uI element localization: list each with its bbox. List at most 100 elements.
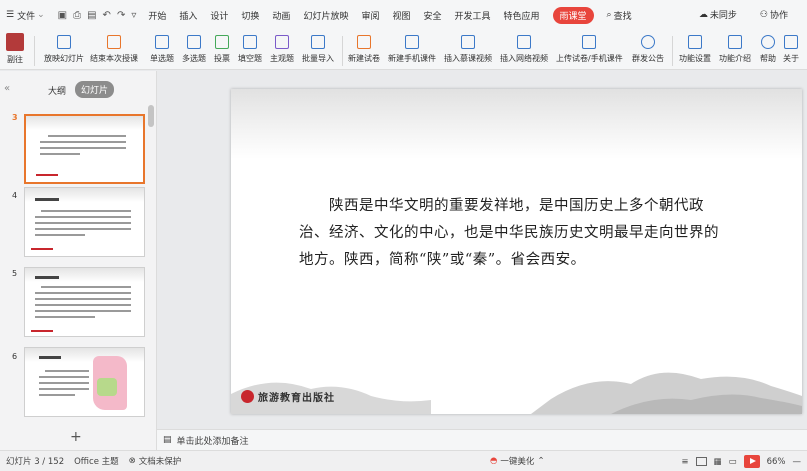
thumb-heading bbox=[35, 198, 59, 201]
thumb-logo bbox=[31, 248, 53, 250]
batch-import-button[interactable]: 批量导入 bbox=[302, 32, 334, 64]
insert-mooc-video-button[interactable]: 插入慕课视频 bbox=[444, 32, 492, 64]
slide-thumbnail-6[interactable] bbox=[24, 347, 145, 417]
thumb-text-line bbox=[40, 153, 80, 155]
sync-status[interactable]: ☁ 未同步 bbox=[699, 8, 737, 22]
about-button[interactable]: 关于 bbox=[783, 32, 799, 64]
new-quiz-button[interactable]: 新建试卷 bbox=[348, 32, 380, 64]
tab-rain-classroom[interactable]: 雨课堂 bbox=[552, 6, 594, 24]
notes-bar[interactable]: ▤ 单击此处添加备注 bbox=[157, 429, 807, 450]
tab-design[interactable]: 设计 bbox=[210, 9, 228, 22]
beautify-button[interactable]: ◓ 一键美化 ⌃ bbox=[490, 455, 545, 467]
reading-view-icon[interactable]: ▭ bbox=[729, 457, 737, 467]
slide-thumbnail-4[interactable] bbox=[24, 187, 145, 257]
avatar bbox=[6, 33, 24, 51]
print-icon[interactable]: ⎙ bbox=[73, 10, 81, 21]
undo-icon[interactable]: ↶ bbox=[103, 10, 111, 21]
help-button[interactable]: 帮助 bbox=[760, 32, 776, 64]
feature-intro-button[interactable]: 功能介绍 bbox=[719, 32, 751, 64]
fill-blank-button[interactable]: 填空题 bbox=[238, 32, 262, 64]
tab-view[interactable]: 视图 bbox=[392, 9, 410, 22]
thumb-text-line bbox=[39, 388, 89, 390]
vote-label: 投票 bbox=[214, 54, 230, 63]
sync-label: 未同步 bbox=[709, 11, 737, 21]
normal-view-icon[interactable] bbox=[695, 457, 707, 466]
tab-slides[interactable]: 幻灯片 bbox=[75, 81, 115, 98]
tab-review[interactable]: 审阅 bbox=[361, 9, 379, 22]
web-video-icon bbox=[517, 35, 531, 49]
zoom-level[interactable]: 66% bbox=[767, 457, 786, 467]
thumb-text-line bbox=[35, 234, 85, 236]
mooc-video-icon bbox=[461, 35, 475, 49]
tab-special-apps[interactable]: 特色应用 bbox=[504, 9, 540, 22]
status-bar: 幻灯片 3 / 152 Office 主题 ⊗ 文档未保护 ◓ 一键美化 ⌃ ≡… bbox=[0, 450, 807, 471]
upload-button[interactable]: 上传试卷/手机课件 bbox=[556, 32, 623, 64]
add-slide-button[interactable]: + bbox=[70, 429, 82, 445]
tab-outline[interactable]: 大纲 bbox=[48, 84, 66, 97]
tab-insert[interactable]: 插入 bbox=[179, 9, 197, 22]
end-lesson-button[interactable]: 结束本次授课 bbox=[90, 32, 138, 64]
slide-counter: 幻灯片 3 / 152 bbox=[6, 457, 65, 467]
info-icon bbox=[728, 35, 742, 49]
subjective-button[interactable]: 主观题 bbox=[270, 32, 294, 64]
thumb-text-line bbox=[35, 304, 131, 306]
collapse-panel-icon[interactable]: « bbox=[4, 83, 10, 94]
tab-slideshow[interactable]: 幻灯片放映 bbox=[303, 9, 348, 22]
end-lesson-icon bbox=[107, 35, 121, 49]
zoom-out-icon[interactable]: — bbox=[793, 457, 802, 467]
notes-placeholder: 单击此处添加备注 bbox=[176, 436, 249, 447]
settings-button[interactable]: 功能设置 bbox=[679, 32, 711, 64]
multiple-choice-label: 多选题 bbox=[182, 54, 206, 63]
vote-button[interactable]: 投票 bbox=[214, 32, 230, 64]
search-label: 查找 bbox=[613, 11, 632, 22]
preview-icon[interactable]: ▤ bbox=[87, 10, 96, 21]
collaborate-icon: ⚇ bbox=[759, 9, 768, 20]
thumb-text-line bbox=[35, 298, 131, 300]
slide-body-text[interactable]: 陕西是中华文明的重要发祥地，是中国历史上多个朝代政治、经济、文化的中心，也是中华… bbox=[299, 193, 729, 274]
panel-scrollbar[interactable] bbox=[148, 105, 154, 127]
upload-icon bbox=[582, 35, 597, 49]
file-menu[interactable]: ☰ 文件 ⌄ bbox=[6, 9, 45, 22]
globe-icon bbox=[641, 35, 655, 49]
new-mobile-courseware-button[interactable]: 新建手机课件 bbox=[388, 32, 436, 64]
new-quiz-label: 新建试卷 bbox=[348, 54, 380, 63]
publisher-mark: 旅游教育出版社 bbox=[241, 389, 335, 404]
tab-home[interactable]: 开始 bbox=[148, 9, 166, 22]
thumb-logo bbox=[36, 174, 58, 176]
tab-security[interactable]: 安全 bbox=[423, 9, 441, 22]
save-icon[interactable]: ▣ bbox=[58, 10, 67, 21]
thumb-text-line bbox=[40, 147, 126, 149]
theme-name[interactable]: Office 主题 bbox=[74, 455, 119, 467]
slide-thumbnail-5[interactable] bbox=[24, 267, 145, 337]
broadcast-notice-button[interactable]: 群发公告 bbox=[632, 32, 664, 64]
thumb-background bbox=[25, 348, 144, 362]
grid-view-icon[interactable]: ▦ bbox=[714, 457, 722, 467]
tab-transition[interactable]: 切换 bbox=[241, 9, 259, 22]
protection-label: 文档未保护 bbox=[138, 457, 182, 467]
tab-developer[interactable]: 开发工具 bbox=[455, 9, 491, 22]
mobile-courseware-icon bbox=[405, 35, 419, 49]
play-slideshow-button[interactable] bbox=[743, 455, 760, 468]
thumb-text-line bbox=[35, 228, 131, 230]
thumb-text-line bbox=[35, 316, 95, 318]
collaborate-button[interactable]: ⚇ 协作 bbox=[759, 8, 788, 22]
notes-toggle-icon[interactable]: ≡ bbox=[681, 457, 688, 467]
insert-web-video-button[interactable]: 插入网络视频 bbox=[500, 32, 548, 64]
separator bbox=[672, 36, 673, 66]
start-slideshow-button[interactable]: 放映幻灯片 bbox=[44, 32, 84, 64]
thumb-text-line bbox=[45, 370, 89, 372]
thumb-text-line bbox=[48, 135, 126, 137]
slide-thumbnail-3[interactable] bbox=[24, 114, 145, 184]
multiple-choice-button[interactable]: 多选题 bbox=[182, 32, 206, 64]
menu-bar: ☰ 文件 ⌄ ▣ ⎙ ▤ ↶ ↷ ▿ 开始 插入 设计 切换 动画 幻灯片放映 … bbox=[0, 0, 807, 30]
search-button[interactable]: ⌕ 查找 bbox=[607, 9, 632, 22]
single-choice-button[interactable]: 单选题 bbox=[150, 32, 174, 64]
customize-icon[interactable]: ▿ bbox=[131, 10, 136, 21]
chevron-up-icon: ⌃ bbox=[537, 456, 545, 466]
redo-icon[interactable]: ↷ bbox=[117, 10, 125, 21]
slide-canvas[interactable]: 陕西是中华文明的重要发祥地，是中国历史上多个朝代政治、经济、文化的中心，也是中华… bbox=[231, 89, 802, 414]
document-protection[interactable]: ⊗ 文档未保护 bbox=[129, 455, 182, 467]
user-avatar-button[interactable]: 副往 bbox=[6, 32, 24, 65]
file-menu-label: 文件 bbox=[17, 11, 36, 22]
tab-animation[interactable]: 动画 bbox=[272, 9, 290, 22]
